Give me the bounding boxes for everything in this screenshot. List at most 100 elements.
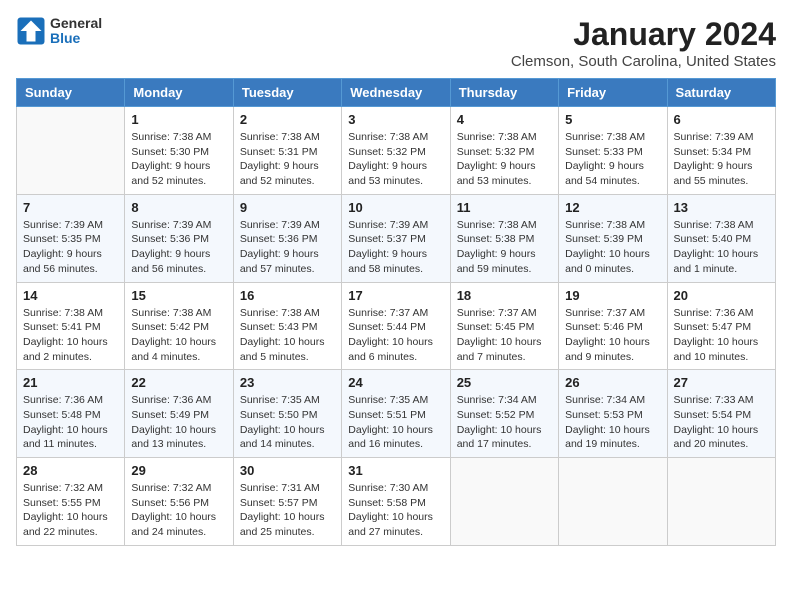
cell-day-number: 14 bbox=[23, 288, 118, 303]
cell-day-number: 13 bbox=[674, 200, 769, 215]
calendar-cell: 23Sunrise: 7:35 AMSunset: 5:50 PMDayligh… bbox=[233, 370, 341, 458]
weekday-header-friday: Friday bbox=[559, 79, 667, 107]
cell-daylight-info: Sunrise: 7:32 AMSunset: 5:56 PMDaylight:… bbox=[131, 481, 226, 540]
calendar-cell: 19 Sunrise: 7:37 AMSunset: 5:46 PMDayligh… bbox=[559, 282, 667, 370]
cell-daylight-info: Sunrise: 7:38 AMSunset: 5:33 PMDaylight:… bbox=[565, 130, 660, 189]
cell-day-number: 2 bbox=[240, 112, 335, 127]
weekday-header-sunday: Sunday bbox=[17, 79, 125, 107]
cell-day-number: 22 bbox=[131, 375, 226, 390]
calendar-week-2: 7 Sunrise: 7:39 AMSunset: 5:35 PMDaylight… bbox=[17, 194, 776, 282]
calendar-cell: 16 Sunrise: 7:38 AMSunset: 5:43 PMDayligh… bbox=[233, 282, 341, 370]
cell-daylight-info: Sunrise: 7:37 AMSunset: 5:44 PMDaylight:… bbox=[348, 306, 443, 365]
calendar-cell: 17 Sunrise: 7:37 AMSunset: 5:44 PMDayligh… bbox=[342, 282, 450, 370]
cell-daylight-info: Sunrise: 7:36 AMSunset: 5:49 PMDaylight:… bbox=[131, 393, 226, 452]
weekday-header-wednesday: Wednesday bbox=[342, 79, 450, 107]
calendar-cell: 13Sunrise: 7:38 AMSunset: 5:40 PMDayligh… bbox=[667, 194, 775, 282]
cell-day-number: 7 bbox=[23, 200, 118, 215]
cell-daylight-info: Sunrise: 7:39 AMSunset: 5:36 PMDaylight:… bbox=[131, 218, 226, 277]
cell-daylight-info: Sunrise: 7:38 AMSunset: 5:41 PMDaylight:… bbox=[23, 306, 118, 365]
calendar-cell: 12 Sunrise: 7:38 AMSunset: 5:39 PMDayligh… bbox=[559, 194, 667, 282]
weekday-header-tuesday: Tuesday bbox=[233, 79, 341, 107]
cell-daylight-info: Sunrise: 7:32 AMSunset: 5:55 PMDaylight:… bbox=[23, 481, 118, 540]
cell-daylight-info: Sunrise: 7:36 AMSunset: 5:47 PMDaylight:… bbox=[674, 306, 769, 365]
cell-day-number: 17 bbox=[348, 288, 443, 303]
calendar-cell bbox=[667, 458, 775, 546]
calendar-week-4: 21Sunrise: 7:36 AMSunset: 5:48 PMDayligh… bbox=[17, 370, 776, 458]
cell-daylight-info: Sunrise: 7:35 AMSunset: 5:50 PMDaylight:… bbox=[240, 393, 335, 452]
cell-day-number: 12 bbox=[565, 200, 660, 215]
calendar-cell: 25 Sunrise: 7:34 AMSunset: 5:52 PMDayligh… bbox=[450, 370, 558, 458]
cell-day-number: 15 bbox=[131, 288, 226, 303]
logo-text: General Blue bbox=[50, 16, 102, 47]
cell-daylight-info: Sunrise: 7:38 AMSunset: 5:30 PMDaylight:… bbox=[131, 130, 226, 189]
cell-day-number: 24 bbox=[348, 375, 443, 390]
weekday-header-row: SundayMondayTuesdayWednesdayThursdayFrid… bbox=[17, 79, 776, 107]
cell-daylight-info: Sunrise: 7:38 AMSunset: 5:43 PMDaylight:… bbox=[240, 306, 335, 365]
cell-daylight-info: Sunrise: 7:37 AMSunset: 5:46 PMDaylight:… bbox=[565, 306, 660, 365]
cell-daylight-info: Sunrise: 7:33 AMSunset: 5:54 PMDaylight:… bbox=[674, 393, 769, 452]
calendar-cell: 24 Sunrise: 7:35 AMSunset: 5:51 PMDayligh… bbox=[342, 370, 450, 458]
cell-day-number: 25 bbox=[457, 375, 552, 390]
calendar-cell: 9Sunrise: 7:39 AMSunset: 5:36 PMDaylight… bbox=[233, 194, 341, 282]
cell-day-number: 27 bbox=[674, 375, 769, 390]
cell-day-number: 9 bbox=[240, 200, 335, 215]
calendar-week-5: 28 Sunrise: 7:32 AMSunset: 5:55 PMDayligh… bbox=[17, 458, 776, 546]
cell-daylight-info: Sunrise: 7:30 AMSunset: 5:58 PMDaylight:… bbox=[348, 481, 443, 540]
cell-day-number: 4 bbox=[457, 112, 552, 127]
calendar-week-3: 14 Sunrise: 7:38 AMSunset: 5:41 PMDayligh… bbox=[17, 282, 776, 370]
calendar-cell: 21Sunrise: 7:36 AMSunset: 5:48 PMDayligh… bbox=[17, 370, 125, 458]
calendar-header: SundayMondayTuesdayWednesdayThursdayFrid… bbox=[17, 79, 776, 107]
cell-day-number: 30 bbox=[240, 463, 335, 478]
calendar-cell: 22 Sunrise: 7:36 AMSunset: 5:49 PMDayligh… bbox=[125, 370, 233, 458]
calendar-cell: 14 Sunrise: 7:38 AMSunset: 5:41 PMDayligh… bbox=[17, 282, 125, 370]
cell-day-number: 16 bbox=[240, 288, 335, 303]
calendar-body: 1 Sunrise: 7:38 AMSunset: 5:30 PMDaylight… bbox=[17, 107, 776, 546]
cell-daylight-info: Sunrise: 7:39 AMSunset: 5:34 PMDaylight:… bbox=[674, 130, 769, 189]
cell-day-number: 28 bbox=[23, 463, 118, 478]
cell-day-number: 11 bbox=[457, 200, 552, 215]
calendar-cell: 26Sunrise: 7:34 AMSunset: 5:53 PMDayligh… bbox=[559, 370, 667, 458]
logo: General Blue bbox=[16, 16, 102, 47]
weekday-header-thursday: Thursday bbox=[450, 79, 558, 107]
calendar-cell: 3 Sunrise: 7:38 AMSunset: 5:32 PMDaylight… bbox=[342, 107, 450, 195]
logo-icon bbox=[16, 16, 46, 46]
calendar-title: January 2024 bbox=[511, 16, 776, 53]
cell-daylight-info: Sunrise: 7:38 AMSunset: 5:32 PMDaylight:… bbox=[457, 130, 552, 189]
calendar-cell: 27 Sunrise: 7:33 AMSunset: 5:54 PMDayligh… bbox=[667, 370, 775, 458]
calendar-cell bbox=[559, 458, 667, 546]
cell-day-number: 5 bbox=[565, 112, 660, 127]
cell-daylight-info: Sunrise: 7:38 AMSunset: 5:42 PMDaylight:… bbox=[131, 306, 226, 365]
calendar-cell: 1 Sunrise: 7:38 AMSunset: 5:30 PMDaylight… bbox=[125, 107, 233, 195]
calendar-cell: 2 Sunrise: 7:38 AMSunset: 5:31 PMDaylight… bbox=[233, 107, 341, 195]
weekday-header-saturday: Saturday bbox=[667, 79, 775, 107]
calendar-cell: 29 Sunrise: 7:32 AMSunset: 5:56 PMDayligh… bbox=[125, 458, 233, 546]
title-block: January 2024 Clemson, South Carolina, Un… bbox=[511, 16, 776, 70]
calendar-cell: 30Sunrise: 7:31 AMSunset: 5:57 PMDayligh… bbox=[233, 458, 341, 546]
calendar-cell: 8Sunrise: 7:39 AMSunset: 5:36 PMDaylight… bbox=[125, 194, 233, 282]
page-header: General Blue January 2024 Clemson, South… bbox=[16, 16, 776, 70]
cell-daylight-info: Sunrise: 7:34 AMSunset: 5:52 PMDaylight:… bbox=[457, 393, 552, 452]
cell-day-number: 6 bbox=[674, 112, 769, 127]
cell-day-number: 31 bbox=[348, 463, 443, 478]
cell-daylight-info: Sunrise: 7:39 AMSunset: 5:37 PMDaylight:… bbox=[348, 218, 443, 277]
cell-daylight-info: Sunrise: 7:37 AMSunset: 5:45 PMDaylight:… bbox=[457, 306, 552, 365]
calendar-cell: 10Sunrise: 7:39 AMSunset: 5:37 PMDayligh… bbox=[342, 194, 450, 282]
cell-daylight-info: Sunrise: 7:38 AMSunset: 5:39 PMDaylight:… bbox=[565, 218, 660, 277]
calendar-cell: 20Sunrise: 7:36 AMSunset: 5:47 PMDayligh… bbox=[667, 282, 775, 370]
cell-day-number: 1 bbox=[131, 112, 226, 127]
calendar-week-1: 1 Sunrise: 7:38 AMSunset: 5:30 PMDaylight… bbox=[17, 107, 776, 195]
cell-day-number: 3 bbox=[348, 112, 443, 127]
cell-daylight-info: Sunrise: 7:34 AMSunset: 5:53 PMDaylight:… bbox=[565, 393, 660, 452]
cell-daylight-info: Sunrise: 7:38 AMSunset: 5:32 PMDaylight:… bbox=[348, 130, 443, 189]
cell-daylight-info: Sunrise: 7:35 AMSunset: 5:51 PMDaylight:… bbox=[348, 393, 443, 452]
calendar-cell: 11 Sunrise: 7:38 AMSunset: 5:38 PMDayligh… bbox=[450, 194, 558, 282]
cell-day-number: 19 bbox=[565, 288, 660, 303]
cell-daylight-info: Sunrise: 7:38 AMSunset: 5:38 PMDaylight:… bbox=[457, 218, 552, 277]
cell-daylight-info: Sunrise: 7:39 AMSunset: 5:35 PMDaylight:… bbox=[23, 218, 118, 277]
cell-daylight-info: Sunrise: 7:38 AMSunset: 5:31 PMDaylight:… bbox=[240, 130, 335, 189]
calendar-cell bbox=[17, 107, 125, 195]
cell-day-number: 18 bbox=[457, 288, 552, 303]
cell-day-number: 29 bbox=[131, 463, 226, 478]
calendar-cell: 5 Sunrise: 7:38 AMSunset: 5:33 PMDaylight… bbox=[559, 107, 667, 195]
calendar-subtitle: Clemson, South Carolina, United States bbox=[511, 53, 776, 70]
